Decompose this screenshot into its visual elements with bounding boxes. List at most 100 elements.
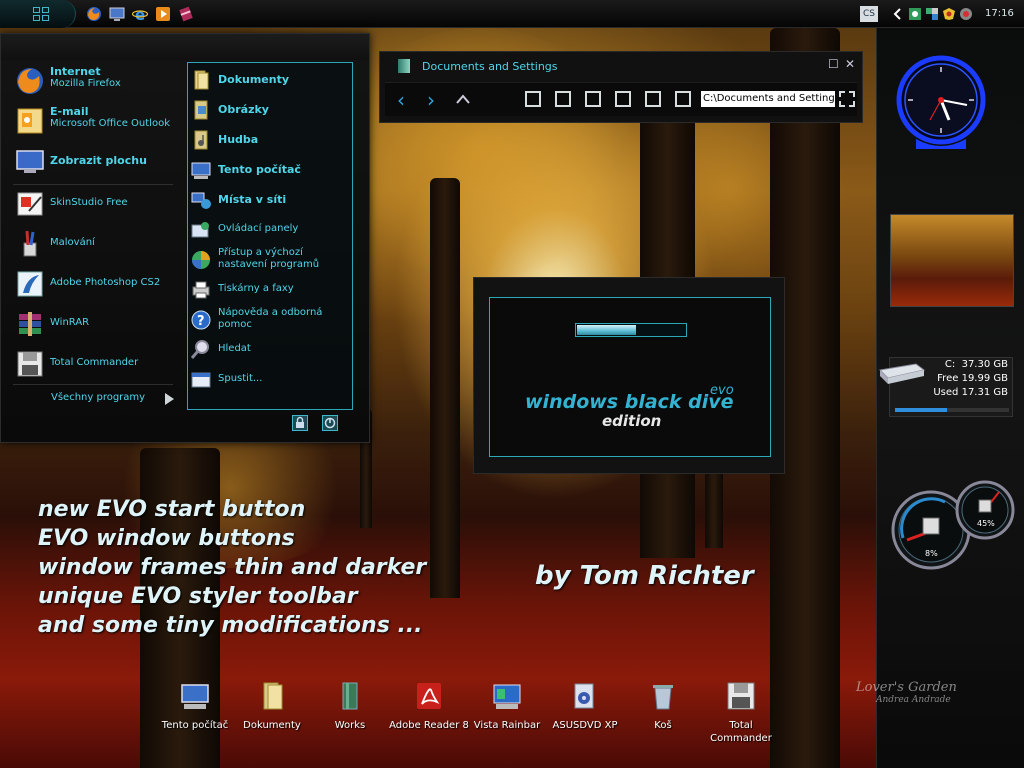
maximize-button[interactable]: ☐	[828, 57, 839, 71]
computer-icon	[181, 684, 209, 709]
view-list-icon[interactable]	[615, 91, 631, 107]
forward-button[interactable]: ›	[427, 90, 435, 110]
all-programs-link[interactable]: Všechny programy	[51, 392, 145, 403]
recent-paint[interactable]: Malování	[13, 227, 183, 261]
view-filmstrip-icon[interactable]	[675, 91, 691, 107]
recent-skinstudio[interactable]: SkinStudio Free	[13, 187, 183, 221]
place-printers[interactable]: Tiskárny a faxy	[190, 276, 350, 304]
place-label: Tento počítač	[218, 163, 301, 176]
desktop-icon-label: Vista Rainbar	[473, 720, 541, 731]
desktop-icon-label: Total Commander	[710, 720, 772, 744]
view-icons-icon[interactable]	[585, 91, 601, 107]
window-title: Documents and Settings	[422, 60, 558, 73]
cpu-percent: 8%	[925, 549, 938, 558]
show-desktop-icon	[16, 150, 44, 173]
drive-meter-gadget[interactable]: C: 37.30 GB Free 19.99 GB Used 17.31 GB	[878, 357, 1013, 417]
desktop-icon-total-commander[interactable]: Total Commander	[701, 680, 781, 745]
desktop-icon-vista-rainbar[interactable]: Vista Rainbar	[467, 680, 547, 732]
close-button[interactable]: ✕	[845, 57, 855, 71]
recent-label: Total Commander	[50, 357, 139, 368]
firefox-icon[interactable]	[86, 6, 102, 22]
winrar-icon[interactable]	[178, 6, 194, 22]
desktop-icon-my-computer[interactable]: Tento počítač	[155, 680, 235, 732]
recent-photoshop[interactable]: Adobe Photoshop CS2	[13, 267, 183, 301]
boot-progress-fill	[577, 325, 636, 335]
recent-winrar[interactable]: WinRAR	[13, 307, 183, 341]
desktop-icon-recycle-bin[interactable]: Koš	[623, 680, 703, 732]
taskbar-clock[interactable]: 17:16	[985, 8, 1014, 19]
address-bar[interactable]: C:\Documents and Settings	[701, 91, 835, 107]
display-icon[interactable]	[925, 7, 939, 21]
place-search[interactable]: Hledat	[190, 336, 350, 364]
show-desktop-icon[interactable]	[109, 6, 125, 22]
go-icon[interactable]	[839, 91, 855, 107]
hard-drive-icon	[878, 363, 926, 384]
all-programs-arrow-icon[interactable]	[165, 393, 174, 405]
drive-usage-fill	[895, 408, 947, 412]
boot-sup: evo	[710, 383, 734, 398]
pinned-internet[interactable]: Internet Mozilla Firefox	[13, 64, 183, 98]
shutdown-button[interactable]	[322, 415, 338, 431]
place-run[interactable]: Spustit...	[190, 366, 350, 394]
drive-letter: C:	[944, 359, 956, 370]
ie-icon[interactable]: e	[132, 6, 148, 22]
place-music[interactable]: Hudba	[190, 126, 350, 154]
help-icon: ?	[191, 310, 211, 330]
desktop-icon-works[interactable]: Works	[310, 680, 390, 732]
view-thumbnails-icon[interactable]	[525, 91, 541, 107]
place-documents[interactable]: Dokumenty	[190, 66, 350, 94]
place-pictures[interactable]: Obrázky	[190, 96, 350, 124]
recent-label: Malování	[50, 237, 95, 248]
lock-button[interactable]	[292, 415, 308, 431]
view-tiles-icon[interactable]	[555, 91, 571, 107]
drive-free: 19.99 GB	[961, 373, 1008, 384]
default-programs-icon	[192, 251, 210, 269]
view-details-icon[interactable]	[645, 91, 661, 107]
clock-gadget[interactable]	[894, 53, 988, 171]
folder-icon	[398, 59, 410, 73]
start-menu: Internet Mozilla Firefox E-mail Microsof…	[0, 33, 370, 443]
cpu-meter-gadget[interactable]: 8% 45%	[889, 478, 1017, 578]
desktop-icon-adobe-reader[interactable]: Adobe Reader 8	[389, 680, 469, 732]
up-button[interactable]	[455, 92, 471, 106]
media-player-icon[interactable]	[155, 6, 171, 22]
place-my-computer[interactable]: Tento počítač	[190, 156, 350, 184]
place-label-line2: nastavení programů	[218, 259, 320, 270]
desktop-icon-label: Dokumenty	[243, 720, 301, 731]
pinned-show-desktop[interactable]: Zobrazit plochu	[13, 144, 183, 178]
pinned-title: Zobrazit plochu	[50, 154, 147, 167]
place-default-programs[interactable]: Přístup a výchozí nastavení programů	[190, 246, 350, 274]
back-button[interactable]: ‹	[397, 90, 405, 110]
start-button[interactable]	[0, 0, 76, 28]
place-label: Ovládací panely	[218, 223, 299, 234]
boot-screen-dialog: windows black dive evo edition	[473, 277, 785, 474]
pinned-subtitle: Mozilla Firefox	[50, 78, 121, 89]
run-icon	[191, 372, 211, 388]
arrow-left-icon[interactable]	[891, 7, 905, 21]
place-network[interactable]: Místa v síti	[190, 186, 350, 214]
desktop-icon-label: Koš	[654, 720, 672, 731]
language-indicator[interactable]: CS	[860, 6, 878, 22]
slideshow-gadget[interactable]	[890, 214, 1014, 307]
adobe-reader-icon	[417, 683, 441, 709]
place-help[interactable]: ? Nápověda a odborná pomoc	[190, 306, 350, 334]
desktop-icon-asusdvd[interactable]: ASUSDVD XP	[545, 680, 625, 732]
desktop-icon-label: Tento počítač	[161, 720, 229, 731]
place-label: Hudba	[218, 133, 259, 146]
watermark-author: Andrea Andrade	[876, 695, 951, 705]
drive-usage-bar	[895, 408, 1009, 412]
free-label: Free	[937, 373, 959, 384]
pinned-email[interactable]: E-mail Microsoft Office Outlook	[13, 104, 183, 138]
pinned-title: Internet	[50, 65, 101, 78]
feature-line: window frames thin and darker	[38, 555, 427, 580]
network-icon[interactable]	[908, 7, 922, 21]
svg-text:e: e	[135, 6, 145, 22]
svg-text:?: ?	[197, 314, 205, 329]
desktop-icon-documents[interactable]: Dokumenty	[232, 680, 312, 732]
place-control-panel[interactable]: Ovládací panely	[190, 216, 350, 244]
evo-styler-toolbar: ‹ › C:\Documents and Settings	[385, 82, 857, 116]
recent-total-commander[interactable]: Total Commander	[13, 347, 183, 381]
gadget-icon[interactable]	[959, 7, 973, 21]
start-menu-places: Dokumenty Obrázky Hudba Tento počítač Mí…	[187, 62, 353, 410]
security-icon[interactable]	[942, 7, 956, 21]
